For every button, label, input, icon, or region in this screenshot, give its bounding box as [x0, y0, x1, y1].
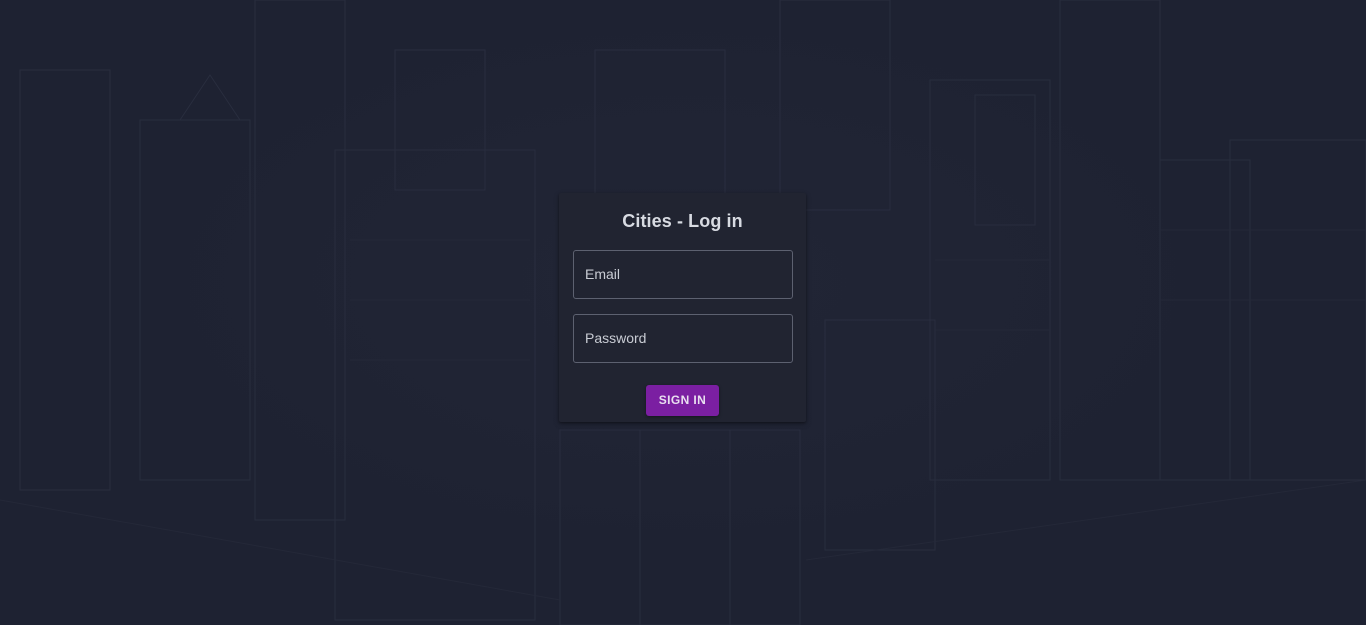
page-title: Cities - Log in: [622, 211, 743, 231]
password-label: Password: [585, 330, 647, 346]
login-card: Cities - Log in Email Password SIGN IN: [559, 193, 806, 422]
sign-in-button[interactable]: SIGN IN: [646, 385, 719, 416]
email-field[interactable]: Email: [573, 250, 793, 299]
password-field[interactable]: Password: [573, 314, 793, 363]
email-label: Email: [585, 266, 621, 282]
